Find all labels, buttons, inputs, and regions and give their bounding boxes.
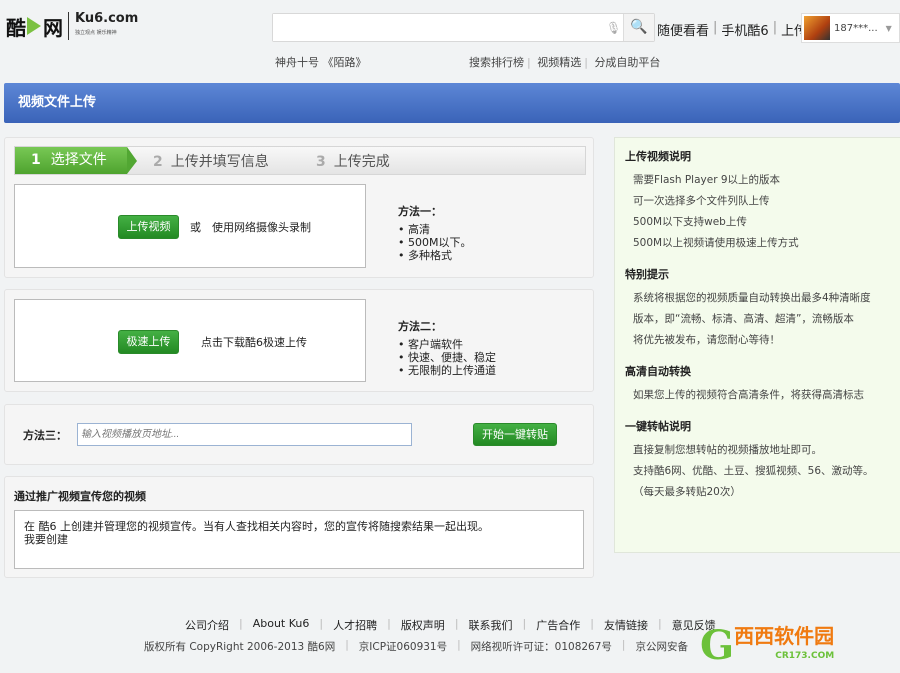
link-platform[interactable]: 分成自助平台 [594,56,660,69]
footer-links: 公司介绍 | About Ku6 | 人才招聘 | 版权声明 | 联系我们 | 广告合作 |… [185,617,716,633]
promo-box: 在 酷6 上创建并管理您的视频宣传。当有人查找相关内容时，您的宣传将随搜索结果一… [14,510,584,569]
step-3: 3 上传完成 [316,153,390,170]
police-record-link[interactable]: 京公网安备 [635,639,688,654]
line: 版本，即“流畅、标清、高清、超清”，流畅版本 [633,313,854,325]
page-title: 视频文件上传 [4,83,900,123]
promo-text: 在 酷6 上创建并管理您的视频宣传。当有人查找相关内容时，您的宣传将随搜索结果一… [24,520,489,533]
username: 187***... [834,22,878,34]
line: 直接复制您想转帖的视频播放地址即可。 [633,444,822,456]
line: 可一次选择多个文件列队上传 [633,195,770,207]
section-upload-notes: 上传视频说明 需要Flash Player 9以上的版本 可一次选择多个文件列队上… [625,148,900,254]
top-nav: 随便看看 | 手机酷6 | 上传 [657,20,808,39]
help-sidebar: 上传视频说明 需要Flash Player 9以上的版本 可一次选择多个文件列队上… [614,137,900,553]
copyright-text: 版权所有 CopyRight 2006-2013 酷6网 [144,641,336,653]
step-indicator: 1 选择文件 2 上传并填写信息 3 上传完成 [14,146,586,175]
search-box: 🎙 🔍 [272,13,655,42]
copyright: 版权所有 CopyRight 2006-2013 酷6网 | 京ICP证06093… [144,639,688,654]
download-client-link[interactable]: 点击下载酷6极速上传 [201,334,307,350]
line: 500M以上视频请使用极速上传方式 [633,237,799,249]
footer-link[interactable]: 人才招聘 [333,617,377,633]
footer-link[interactable]: 友情链接 [604,617,648,633]
logo-en: Ku6.com 独立观点 娱乐精神 [75,11,139,37]
point: 快速、便捷、稳定 [398,351,496,364]
watermark-logo: G 西西软件园 CR173.COM [700,622,835,669]
create-promo-link[interactable]: 我要创建 [24,533,68,546]
section-title: 高清自动转换 [625,365,691,378]
point: 客户端软件 [398,338,496,351]
method1-title: 方法一： [398,205,442,218]
section-title: 特别提示 [625,268,669,281]
search-input[interactable] [273,14,603,41]
method2-title: 方法二： [398,320,442,333]
fast-upload-button[interactable]: 极速上传 [118,330,179,354]
sub-links: 搜索排行榜 | 视频精选 | 分成自助平台 [469,56,661,69]
chevron-down-icon[interactable]: ▼ [886,24,892,33]
footer-link[interactable]: 公司介绍 [185,617,229,633]
line: （每天最多转贴20次） [633,486,741,498]
user-menu[interactable]: 187***... ▼ [801,13,900,43]
point: 高清 [398,223,472,236]
logo[interactable]: 酷网 Ku6.com 独立观点 娱乐精神 [6,10,138,42]
line: 如果您上传的视频符合高清条件，将获得高清标志 [633,389,864,401]
repost-button[interactable]: 开始一键转贴 [473,423,557,446]
step-2: 2 上传并填写信息 [153,153,269,170]
method1-box: 上传视频 或 使用网络摄像头录制 [14,184,366,268]
footer-link[interactable]: 广告合作 [536,617,580,633]
point: 多种格式 [398,249,472,262]
license-link[interactable]: 网络视听许可证：0108267号 [471,639,612,654]
step-1: 1 选择文件 [15,147,137,174]
link-ranking[interactable]: 搜索排行榜 [469,56,524,69]
section-hd: 高清自动转换 如果您上传的视频符合高清条件，将获得高清标志 [625,363,900,406]
footer-link[interactable]: 联系我们 [469,617,513,633]
footer-link[interactable]: About Ku6 [253,617,310,633]
or-text: 或 [190,221,201,234]
method2-box: 极速上传 点击下载酷6极速上传 [14,299,366,382]
avatar[interactable] [804,16,830,40]
nav-mobile[interactable]: 手机酷6 [721,20,768,39]
footer-link[interactable]: 版权声明 [401,617,445,633]
divider [68,12,69,40]
microphone-icon[interactable]: 🎙 [606,21,621,35]
method3-label: 方法三： [23,429,67,442]
webcam-record-link[interactable]: 使用网络摄像头录制 [212,219,311,235]
hot-search[interactable]: 神舟十号 《陌路》 [275,54,367,70]
method1-info: 方法一： 高清500M以下。多种格式 [398,203,472,262]
line: 支持酷6网、优酷、土豆、搜狐视频、56、激动等。 [633,465,874,477]
nav-random[interactable]: 随便看看 [657,20,709,39]
section-title: 一键转帖说明 [625,420,691,433]
section-special-tips: 特别提示 系统将根据您的视频质量自动转换出最多4种清晰度 版本，即“流畅、标清、高… [625,266,900,351]
link-featured[interactable]: 视频精选 [537,56,581,69]
section-title: 上传视频说明 [625,150,691,163]
point: 无限制的上传通道 [398,364,496,377]
search-button[interactable]: 🔍 [623,14,654,41]
upload-video-button[interactable]: 上传视频 [118,215,179,239]
point: 500M以下。 [398,236,472,249]
line: 需要Flash Player 9以上的版本 [633,174,781,186]
line: 系统将根据您的视频质量自动转换出最多4种清晰度 [633,292,871,304]
section-repost: 一键转帖说明 直接复制您想转帖的视频播放地址即可。支持酷6网、优酷、土豆、搜狐视… [625,418,900,503]
promo-title: 通过推广视频宣传您的视频 [14,490,146,503]
video-url-input[interactable] [77,423,412,446]
line: 将优先被发布，请您耐心等待！ [633,334,780,346]
play-icon [27,16,41,35]
leaf-c-icon: G [700,622,735,669]
icp-link[interactable]: 京ICP证060931号 [359,639,447,654]
logo-text: 酷网 [6,15,63,40]
method2-info: 方法二： 客户端软件快速、便捷、稳定无限制的上传通道 [398,318,496,377]
line: 500M以下支持web上传 [633,216,747,228]
